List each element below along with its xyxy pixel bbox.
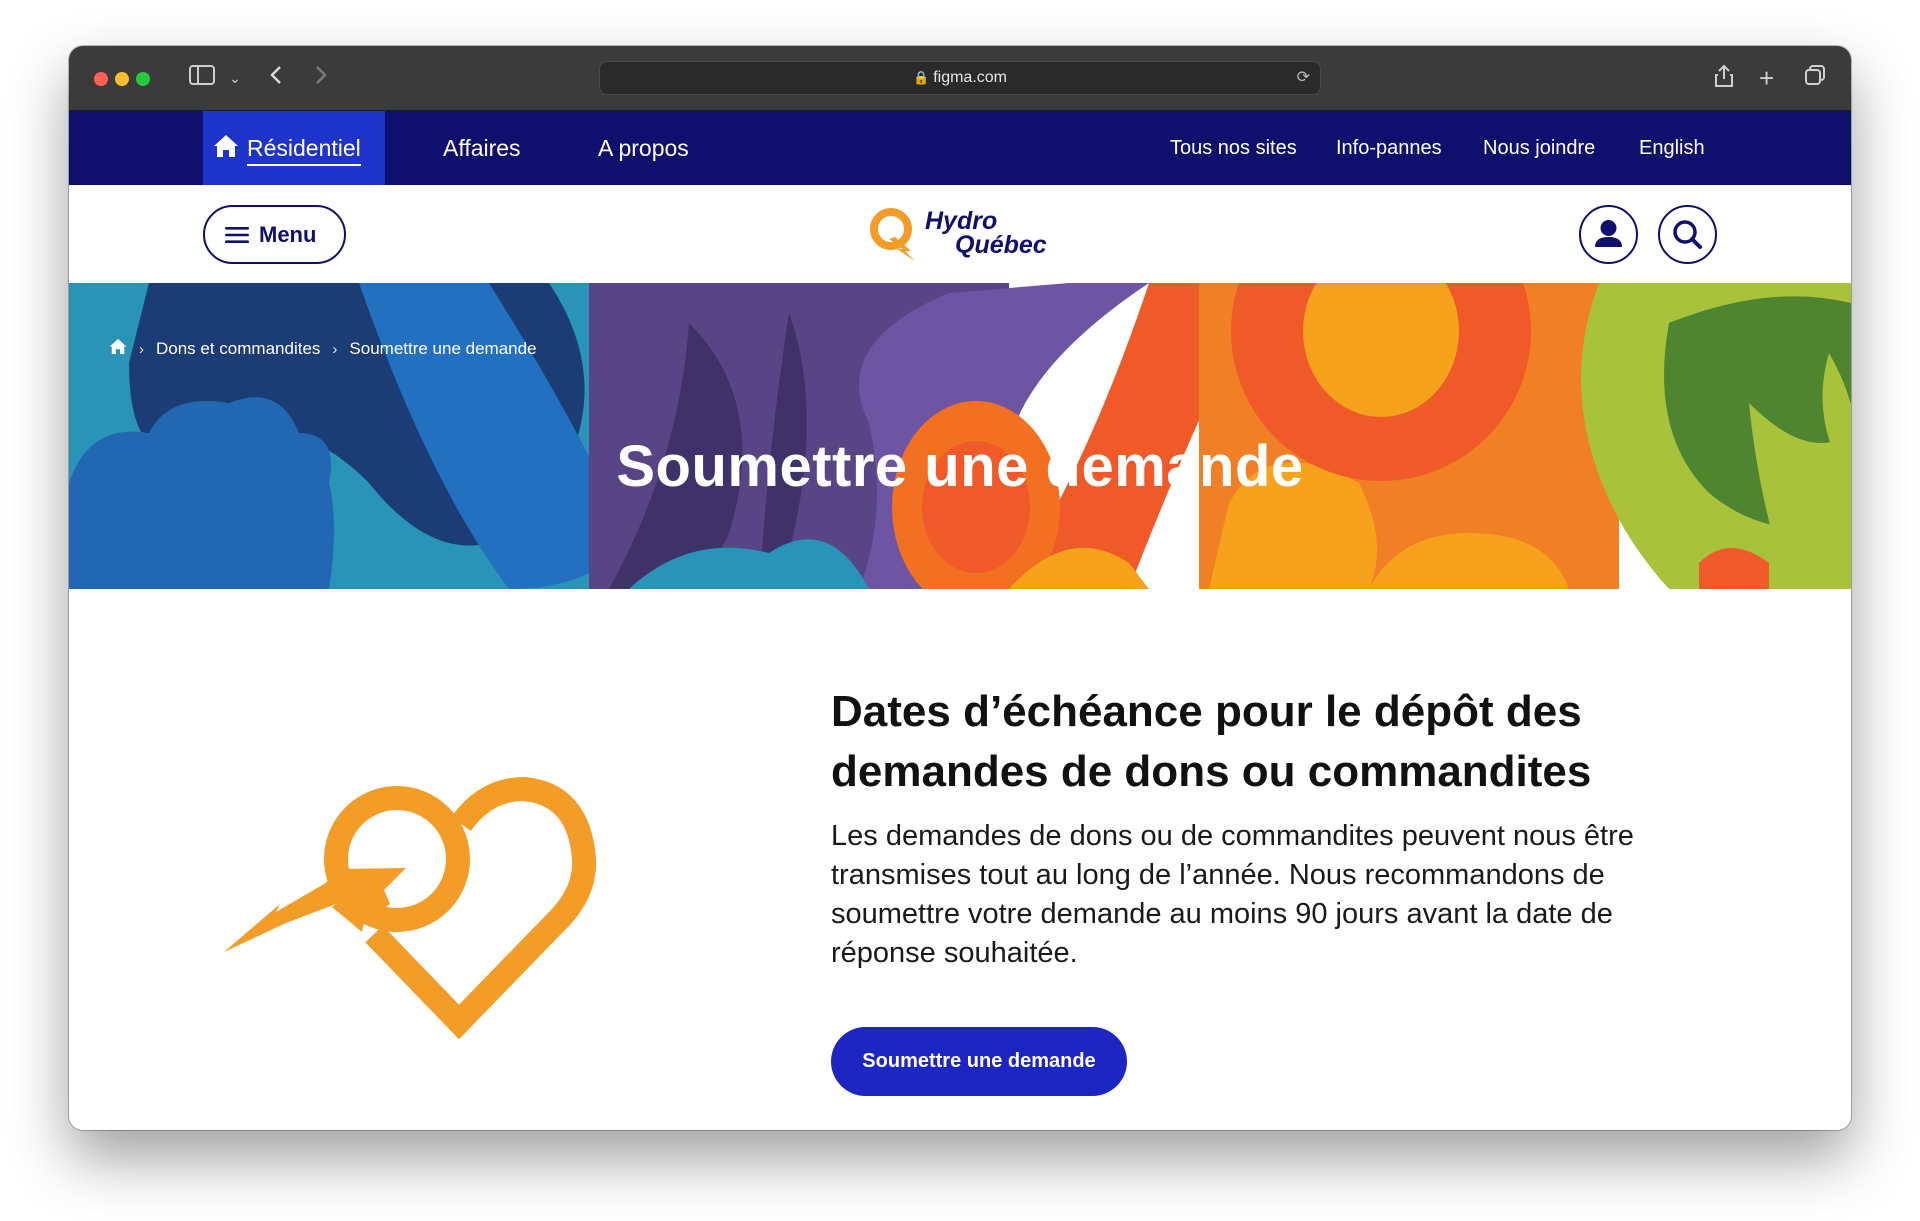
tab-a-propos[interactable]: A propos — [598, 111, 689, 185]
section-heading: Dates d’échéance pour le dépôt des deman… — [831, 687, 1592, 796]
browser-toolbar: ⌄ 🔒 figma.com ⟳ + — [69, 46, 1851, 111]
main-content: Dates d’échéance pour le dépôt des deman… — [69, 589, 1851, 1130]
forward-icon[interactable] — [314, 64, 328, 93]
close-window-button[interactable] — [94, 72, 108, 86]
chevron-right-icon: › — [332, 340, 338, 358]
hero-banner: › Dons et commandites › Soumettre une de… — [69, 283, 1851, 589]
menu-label: Menu — [259, 222, 317, 247]
lock-icon: 🔒 — [913, 70, 930, 85]
user-icon — [1595, 220, 1622, 247]
browser-window: ⌄ 🔒 figma.com ⟳ + Résidentiel Affaires A … — [69, 46, 1851, 1130]
heart-q-illustration — [224, 764, 644, 1069]
section-body: Les demandes de dons ou de commandites p… — [831, 820, 1634, 969]
breadcrumb-dons-et-commandites[interactable]: Dons et commandites — [156, 339, 320, 359]
link-english[interactable]: English — [1639, 111, 1705, 185]
tab-affaires[interactable]: Affaires — [443, 111, 521, 185]
breadcrumb-home-icon[interactable] — [109, 338, 127, 360]
link-info-pannes[interactable]: Info-pannes — [1336, 111, 1442, 185]
tab-residentiel-label: Résidentiel — [247, 135, 361, 166]
account-button[interactable] — [1579, 205, 1638, 264]
top-navigation: Résidentiel Affaires A propos Tous nos s… — [69, 111, 1851, 185]
address-bar[interactable]: 🔒 figma.com ⟳ — [599, 61, 1321, 95]
home-icon — [213, 113, 239, 187]
new-tab-icon[interactable]: + — [1759, 64, 1774, 92]
submit-request-button[interactable]: Soumettre une demande — [831, 1027, 1127, 1096]
page-title: Soumettre une demande — [616, 434, 1304, 499]
chevron-down-icon[interactable]: ⌄ — [229, 64, 241, 92]
breadcrumb: › Dons et commandites › Soumettre une de… — [109, 338, 537, 360]
link-tous-nos-sites[interactable]: Tous nos sites — [1170, 111, 1297, 185]
search-button[interactable] — [1658, 205, 1717, 264]
link-nous-joindre[interactable]: Nous joindre — [1483, 111, 1595, 185]
reload-icon[interactable]: ⟳ — [1297, 62, 1310, 94]
minimize-window-button[interactable] — [115, 72, 129, 86]
breadcrumb-current-page: Soumettre une demande — [349, 339, 537, 358]
sidebar-toggle-icon[interactable] — [189, 64, 215, 93]
menu-button[interactable]: Menu — [203, 205, 346, 264]
maximize-window-button[interactable] — [136, 72, 150, 86]
logo-text-line2: Québec — [955, 231, 1047, 259]
back-icon[interactable] — [269, 64, 283, 93]
search-icon — [1673, 220, 1702, 249]
chevron-right-icon: › — [139, 340, 144, 358]
share-icon[interactable] — [1714, 64, 1734, 95]
tabs-overview-icon[interactable] — [1804, 64, 1826, 93]
tab-residentiel[interactable]: Résidentiel — [203, 111, 385, 185]
menu-icon — [225, 209, 249, 264]
hydro-quebec-logo[interactable]: Hydro Québec — [867, 203, 1057, 265]
site-header: Menu Hydro Québec — [69, 185, 1851, 283]
url-text: figma.com — [933, 69, 1007, 86]
